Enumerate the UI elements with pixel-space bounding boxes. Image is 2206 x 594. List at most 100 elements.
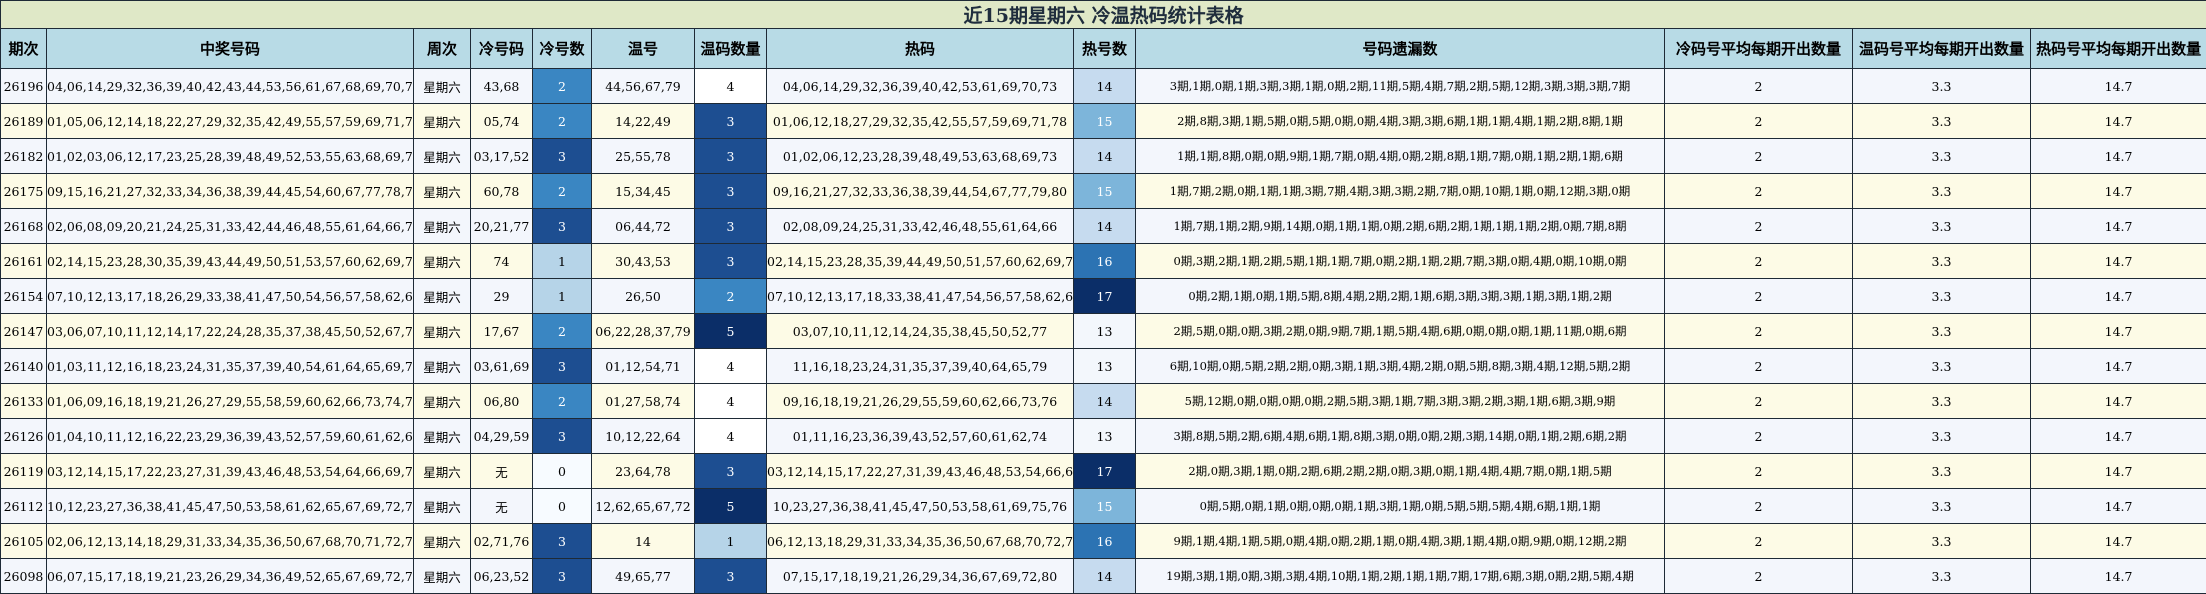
period-cell: 26126: [1, 419, 47, 454]
hot-avg-cell: 14.7: [2031, 384, 2206, 419]
header-cold-count: 冷号数: [533, 29, 592, 69]
header-cold-nums: 冷号码: [471, 29, 533, 69]
cold-nums-cell: 03,61,69: [471, 349, 533, 384]
warm-nums-cell: 14,22,49: [592, 104, 695, 139]
missing-cell: 1期,1期,8期,0期,0期,9期,1期,7期,0期,4期,0期,2期,8期,1…: [1136, 139, 1665, 174]
warm-avg-cell: 3.3: [1853, 104, 2031, 139]
numbers-cell: 01,03,11,12,16,18,23,24,31,35,37,39,40,5…: [47, 349, 414, 384]
missing-cell: 3期,1期,0期,1期,3期,3期,1期,0期,2期,11期,5期,4期,7期,…: [1136, 69, 1665, 104]
header-hot-avg: 热码号平均每期开出数量: [2031, 29, 2206, 69]
cold-nums-cell: 43,68: [471, 69, 533, 104]
missing-cell: 5期,12期,0期,0期,0期,0期,2期,5期,3期,1期,7期,3期,3期,…: [1136, 384, 1665, 419]
warm-count-cell: 4: [695, 419, 767, 454]
warm-count-cell: 5: [695, 314, 767, 349]
cold-nums-cell: 06,23,52: [471, 559, 533, 594]
table-row: 2619604,06,14,29,32,36,39,40,42,43,44,53…: [1, 69, 2206, 104]
hot-count-cell: 17: [1074, 279, 1136, 314]
table-title: 近15期星期六 冷温热码统计表格: [1, 1, 2206, 29]
header-warm-count: 温码数量: [695, 29, 767, 69]
hot-nums-cell: 01,02,06,12,23,28,39,48,49,53,63,68,69,7…: [767, 139, 1074, 174]
header-numbers: 中奖号码: [47, 29, 414, 69]
table-row: 2617509,15,16,21,27,32,33,34,36,38,39,44…: [1, 174, 2206, 209]
cold-count-cell: 2: [533, 104, 592, 139]
hot-nums-cell: 04,06,14,29,32,36,39,40,42,53,61,69,70,7…: [767, 69, 1074, 104]
missing-cell: 2期,8期,3期,1期,5期,0期,5期,0期,0期,4期,3期,3期,6期,1…: [1136, 104, 1665, 139]
period-cell: 26196: [1, 69, 47, 104]
warm-nums-cell: 25,55,78: [592, 139, 695, 174]
weekday-cell: 星期六: [414, 314, 471, 349]
period-cell: 26168: [1, 209, 47, 244]
table-row: 2614001,03,11,12,16,18,23,24,31,35,37,39…: [1, 349, 2206, 384]
header-hot-count: 热号数: [1074, 29, 1136, 69]
cold-count-cell: 3: [533, 139, 592, 174]
missing-cell: 3期,8期,5期,2期,6期,4期,6期,1期,8期,3期,0期,0期,2期,3…: [1136, 419, 1665, 454]
numbers-cell: 01,06,09,16,18,19,21,26,27,29,55,58,59,6…: [47, 384, 414, 419]
cold-avg-cell: 2: [1665, 139, 1853, 174]
hot-avg-cell: 14.7: [2031, 104, 2206, 139]
missing-cell: 0期,2期,1期,0期,1期,5期,8期,4期,2期,2期,1期,6期,3期,3…: [1136, 279, 1665, 314]
hot-nums-cell: 07,15,17,18,19,21,26,29,34,36,67,69,72,8…: [767, 559, 1074, 594]
warm-nums-cell: 26,50: [592, 279, 695, 314]
cold-nums-cell: 60,78: [471, 174, 533, 209]
period-cell: 26112: [1, 489, 47, 524]
header-row: 期次中奖号码周次冷号码冷号数温号温码数量热码热号数号码遗漏数冷码号平均每期开出数…: [1, 29, 2206, 69]
hot-nums-cell: 10,23,27,36,38,41,45,47,50,53,58,61,69,7…: [767, 489, 1074, 524]
period-cell: 26161: [1, 244, 47, 279]
header-weekday: 周次: [414, 29, 471, 69]
cold-nums-cell: 05,74: [471, 104, 533, 139]
weekday-cell: 星期六: [414, 489, 471, 524]
warm-count-cell: 3: [695, 209, 767, 244]
cold-avg-cell: 2: [1665, 69, 1853, 104]
warm-count-cell: 3: [695, 559, 767, 594]
stats-table-container: 近15期星期六 冷温热码统计表格 期次中奖号码周次冷号码冷号数温号温码数量热码热…: [0, 0, 2206, 591]
warm-avg-cell: 3.3: [1853, 209, 2031, 244]
hot-avg-cell: 14.7: [2031, 174, 2206, 209]
cold-nums-cell: 03,17,52: [471, 139, 533, 174]
table-row: 2609806,07,15,17,18,19,21,23,26,29,34,36…: [1, 559, 2206, 594]
cold-avg-cell: 2: [1665, 279, 1853, 314]
numbers-cell: 02,06,08,09,20,21,24,25,31,33,42,44,46,4…: [47, 209, 414, 244]
weekday-cell: 星期六: [414, 174, 471, 209]
hot-nums-cell: 09,16,21,27,32,33,36,38,39,44,54,67,77,7…: [767, 174, 1074, 209]
cold-count-cell: 0: [533, 489, 592, 524]
cold-avg-cell: 2: [1665, 209, 1853, 244]
weekday-cell: 星期六: [414, 69, 471, 104]
warm-count-cell: 3: [695, 454, 767, 489]
hot-count-cell: 14: [1074, 384, 1136, 419]
weekday-cell: 星期六: [414, 104, 471, 139]
missing-cell: 19期,3期,1期,0期,3期,3期,4期,10期,1期,2期,1期,1期,7期…: [1136, 559, 1665, 594]
hot-avg-cell: 14.7: [2031, 349, 2206, 384]
cold-nums-cell: 29: [471, 279, 533, 314]
warm-nums-cell: 44,56,67,79: [592, 69, 695, 104]
cold-count-cell: 0: [533, 454, 592, 489]
cold-nums-cell: 20,21,77: [471, 209, 533, 244]
warm-avg-cell: 3.3: [1853, 384, 2031, 419]
missing-cell: 1期,7期,2期,0期,1期,1期,3期,7期,4期,3期,3期,2期,7期,0…: [1136, 174, 1665, 209]
hot-avg-cell: 14.7: [2031, 314, 2206, 349]
missing-cell: 6期,10期,0期,5期,2期,2期,0期,3期,1期,3期,4期,2期,0期,…: [1136, 349, 1665, 384]
missing-cell: 0期,3期,2期,1期,2期,5期,1期,1期,7期,0期,2期,1期,2期,7…: [1136, 244, 1665, 279]
hot-nums-cell: 03,12,14,15,17,22,27,31,39,43,46,48,53,5…: [767, 454, 1074, 489]
table-row: 2613301,06,09,16,18,19,21,26,27,29,55,58…: [1, 384, 2206, 419]
period-cell: 26154: [1, 279, 47, 314]
warm-nums-cell: 06,22,28,37,79: [592, 314, 695, 349]
table-row: 2616802,06,08,09,20,21,24,25,31,33,42,44…: [1, 209, 2206, 244]
table-body: 2619604,06,14,29,32,36,39,40,42,43,44,53…: [1, 69, 2206, 594]
cold-avg-cell: 2: [1665, 349, 1853, 384]
period-cell: 26105: [1, 524, 47, 559]
table-row: 2611210,12,23,27,36,38,41,45,47,50,53,58…: [1, 489, 2206, 524]
hot-count-cell: 14: [1074, 139, 1136, 174]
period-cell: 26182: [1, 139, 47, 174]
warm-count-cell: 4: [695, 349, 767, 384]
period-cell: 26140: [1, 349, 47, 384]
weekday-cell: 星期六: [414, 139, 471, 174]
cold-count-cell: 3: [533, 524, 592, 559]
warm-avg-cell: 3.3: [1853, 419, 2031, 454]
cold-count-cell: 3: [533, 349, 592, 384]
hot-nums-cell: 01,11,16,23,36,39,43,52,57,60,61,62,74: [767, 419, 1074, 454]
warm-avg-cell: 3.3: [1853, 489, 2031, 524]
hot-count-cell: 14: [1074, 209, 1136, 244]
warm-nums-cell: 23,64,78: [592, 454, 695, 489]
numbers-cell: 09,15,16,21,27,32,33,34,36,38,39,44,45,5…: [47, 174, 414, 209]
hot-count-cell: 15: [1074, 489, 1136, 524]
